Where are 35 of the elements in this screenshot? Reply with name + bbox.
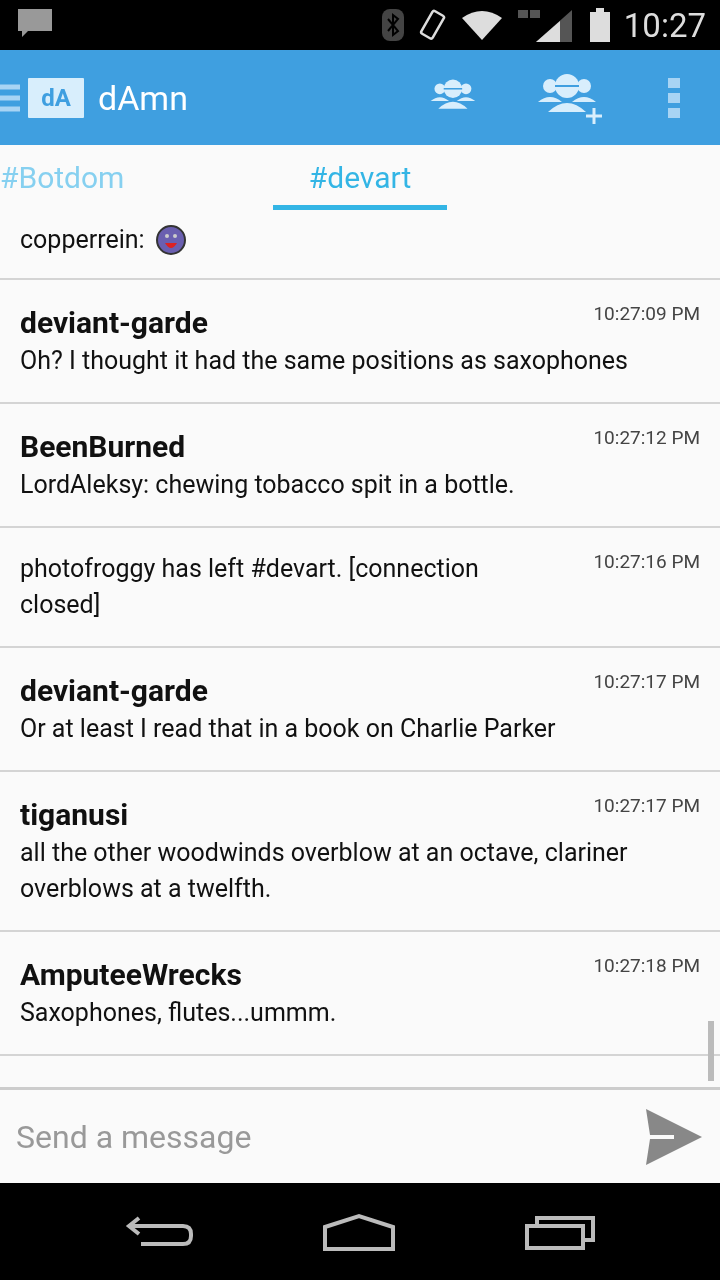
message-text: all the other woodwinds overblow at an octave, clariner overblows at a twelfth. [20, 837, 629, 905]
vibrate-icon [417, 9, 448, 41]
app-logo: dA [28, 77, 84, 118]
status-time: 10:27 [623, 5, 706, 45]
app-title: dAmn [98, 77, 188, 118]
timestamp: 10:27:12 PM [593, 426, 700, 449]
event-text: photofroggy has left #devart. [connection closed] [20, 553, 480, 621]
message-text: copperrein: [20, 224, 145, 256]
message-input[interactable]: Send a message [16, 1117, 634, 1156]
emoticon-icon [154, 224, 189, 258]
scrollbar [708, 1021, 714, 1081]
home-icon[interactable] [322, 1212, 396, 1251]
message-text: Or at least I read that in a book on Charlie Parker [20, 713, 557, 745]
author-name: deviant-garde [20, 304, 209, 342]
bluetooth-icon [381, 9, 404, 41]
send-icon[interactable] [644, 1108, 702, 1165]
author-name: AmputeeWrecks [20, 956, 243, 994]
timestamp: 10:27:17 PM [593, 794, 700, 817]
channel-tab[interactable]: #Botdom [0, 145, 273, 210]
author-name: deviant-garde [20, 672, 209, 710]
wifi-icon [461, 10, 502, 40]
battery-icon [589, 8, 610, 42]
timestamp: 10:27:17 PM [593, 670, 700, 693]
author-name: tiganusi [20, 796, 130, 834]
channel-tab[interactable]: #devart [273, 145, 447, 210]
recent-apps-icon[interactable] [525, 1213, 596, 1250]
author-name: BeenBurned [20, 428, 187, 466]
message-text: Saxophones, flutes...ummm. [20, 997, 338, 1029]
timestamp: 10:27:18 PM [593, 954, 700, 977]
menu-icon[interactable] [0, 83, 20, 112]
overflow-menu-icon[interactable] [668, 77, 680, 118]
timestamp: 10:27:09 PM [593, 302, 700, 325]
message-text: LordAleksy: chewing tobacco spit in a bottle. [20, 469, 516, 501]
timestamp: 10:27:16 PM [593, 550, 700, 573]
message-text: Oh? I thought it had the same positions as saxophones [20, 345, 629, 377]
